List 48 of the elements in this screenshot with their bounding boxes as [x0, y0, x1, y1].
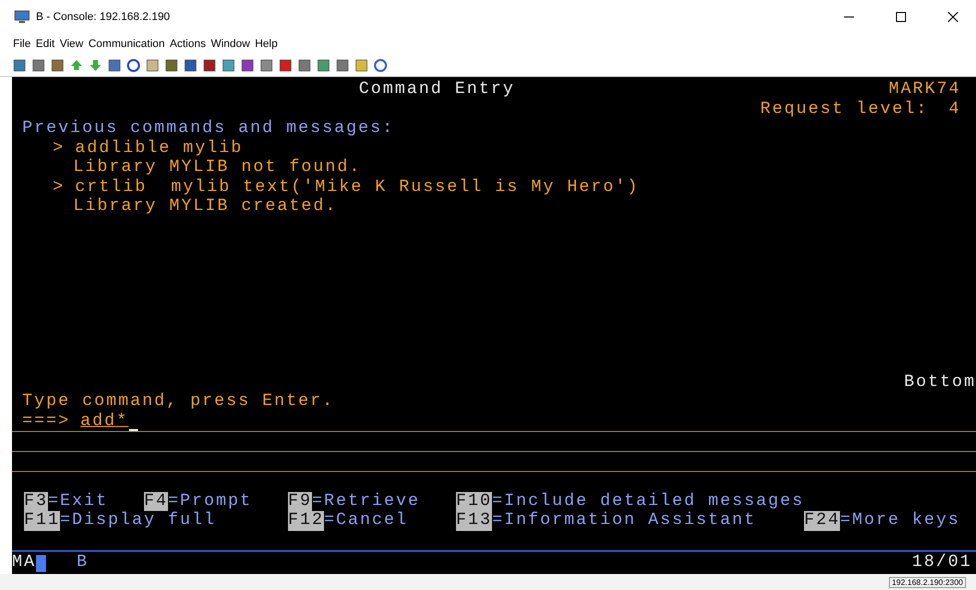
function-key[interactable]: F12 — [288, 511, 324, 530]
cursor-position: 18/01 — [912, 553, 972, 573]
command-input-field[interactable]: add* — [80, 412, 138, 431]
prompt-marker: > — [52, 138, 65, 158]
previous-command: crtlib mylib text('Mike K Russell is My Hero') — [75, 178, 640, 197]
message-text: Library MYLIB created. — [73, 197, 338, 216]
function-key[interactable]: F24 — [804, 511, 840, 530]
screen-title: Command Entry — [358, 80, 515, 100]
maximize-icon — [896, 12, 906, 22]
function-key-label: =Cancel — [324, 511, 408, 530]
function-key[interactable]: F10 — [456, 492, 492, 511]
menu-item[interactable]: File — [13, 38, 31, 50]
function-key-label: =Display full — [60, 511, 216, 530]
cursor-block — [36, 554, 46, 572]
function-key[interactable]: F13 — [456, 511, 492, 530]
request-level-value: 4 — [948, 100, 961, 119]
window-title: B - Console: 192.168.2.190 — [36, 11, 170, 23]
more-indicator: Bottom — [904, 372, 976, 392]
function-key-label: =More keys — [840, 511, 960, 530]
function-key[interactable]: F3 — [24, 492, 48, 511]
menu-item[interactable]: View — [60, 38, 84, 50]
function-key-label: =Exit — [48, 492, 108, 511]
upload-icon[interactable] — [70, 58, 83, 72]
command-prompt: ===> — [22, 412, 70, 431]
oia-status: MA — [12, 553, 36, 573]
menu-item[interactable]: Edit — [36, 38, 55, 50]
message-text: Library MYLIB not found. — [73, 158, 362, 178]
function-key-label: =Retrieve — [312, 492, 420, 511]
function-key[interactable]: F9 — [288, 492, 312, 511]
function-key-label: =Information Assistant — [492, 511, 756, 530]
previous-command: addlible mylib — [75, 138, 244, 158]
menu-item[interactable]: Window — [210, 38, 250, 50]
function-key[interactable]: F4 — [144, 492, 168, 511]
request-level-label: Request level: — [760, 100, 928, 119]
instruction-text: Type command, press Enter. — [22, 392, 334, 412]
menu-item[interactable]: Communication — [88, 38, 165, 50]
connection-address: 192.168.2.190:2300 — [888, 576, 966, 588]
section-title: Previous commands and messages: — [22, 119, 394, 138]
prompt-marker: > — [52, 178, 65, 197]
function-key-label: =Include detailed messages — [492, 492, 804, 511]
system-name: MARK74 — [888, 80, 961, 100]
function-key-label: =Prompt — [168, 492, 252, 511]
function-key[interactable]: F11 — [24, 511, 60, 530]
close-icon — [948, 12, 958, 22]
session-name: B — [76, 553, 89, 573]
download-icon[interactable] — [89, 58, 102, 72]
menu-item[interactable]: Help — [254, 38, 278, 50]
menu-item[interactable]: Actions — [170, 38, 206, 50]
